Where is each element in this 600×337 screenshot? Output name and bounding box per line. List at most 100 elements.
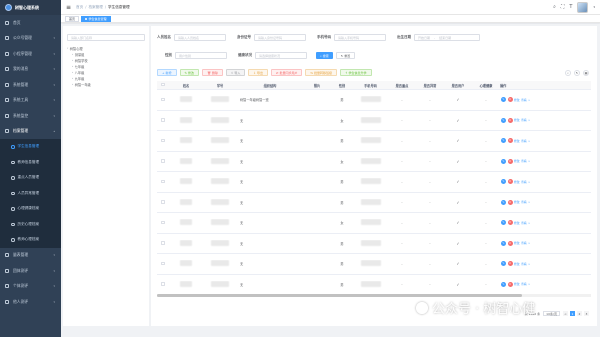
detail-link[interactable]: 查看 xyxy=(521,159,527,163)
page-item[interactable]: < xyxy=(563,311,568,316)
edit-circle-icon[interactable]: ✎ xyxy=(501,261,506,267)
edit-link[interactable]: 修改 xyxy=(514,180,520,184)
scrollbar-thumb[interactable] xyxy=(157,294,522,297)
submenu-item-6[interactable]: 教师心理档案 xyxy=(0,232,61,248)
name-input[interactable]: 请输入人员姓名 xyxy=(174,34,226,41)
edit-link[interactable]: 修改 xyxy=(514,200,520,204)
edit-circle-icon[interactable]: ✎ xyxy=(501,117,506,123)
delete-circle-icon[interactable]: ✕ xyxy=(507,281,513,287)
reset-button[interactable]: ↻ 重置 xyxy=(335,52,356,59)
sidebar-item-5[interactable]: 系统工具 ▾ xyxy=(0,93,61,109)
row-checkbox[interactable] xyxy=(157,282,169,287)
more-icon[interactable]: » xyxy=(528,200,530,204)
toolbar-button-1[interactable]: ✎ 修改 xyxy=(179,69,200,76)
columns-icon[interactable]: ▦ xyxy=(583,70,589,76)
row-checkbox[interactable] xyxy=(157,97,169,103)
row-checkbox[interactable] xyxy=(157,118,169,123)
submenu-item-5[interactable]: 历史心理档案 xyxy=(0,217,61,233)
search-button[interactable]: ⌕ 搜索 xyxy=(316,52,333,59)
edit-link[interactable]: 修改 xyxy=(514,118,520,122)
sidebar-item-6[interactable]: 系统监控 ▾ xyxy=(0,108,61,124)
edit-link[interactable]: 修改 xyxy=(514,262,520,266)
toolbar-button-6[interactable]: ⇆ 批量转移班级 xyxy=(305,69,338,76)
more-icon[interactable]: » xyxy=(528,241,530,245)
more-icon[interactable]: » xyxy=(528,262,530,266)
detail-link[interactable]: 查看 xyxy=(521,180,527,184)
table-row[interactable]: 无 女 - - ✓ - ✎ ✕ 修改 查看» xyxy=(157,152,591,172)
delete-circle-icon[interactable]: ✕ xyxy=(507,97,513,103)
delete-circle-icon[interactable]: ✕ xyxy=(507,179,513,185)
row-checkbox[interactable] xyxy=(157,261,169,267)
toolbar-button-4[interactable]: ⇩ 导出 xyxy=(248,69,268,76)
table-row[interactable]: 无 男 - - ✓ - ✎ ✕ 修改 查看» xyxy=(157,193,591,213)
breadcrumb-item[interactable]: 学生信息管理 xyxy=(108,5,130,10)
delete-circle-icon[interactable]: ✕ xyxy=(507,199,513,205)
toggle-search-icon[interactable]: ⌕ xyxy=(565,70,571,76)
sidebar-bottom-item-2[interactable]: 个体测评 ▾ xyxy=(0,279,61,295)
id-input[interactable]: 请输入身份证号码 xyxy=(254,34,306,41)
toolbar-button-5[interactable]: ⇄ 批量同步用户 xyxy=(270,69,303,76)
more-icon[interactable]: » xyxy=(528,118,530,122)
edit-link[interactable]: 修改 xyxy=(514,139,520,143)
sidebar-item-4[interactable]: 系统管理 ▾ xyxy=(0,77,61,93)
edit-link[interactable]: 修改 xyxy=(514,241,520,245)
delete-circle-icon[interactable]: ✕ xyxy=(507,138,513,144)
row-checkbox[interactable] xyxy=(157,138,169,144)
sidebar-bottom-item-0[interactable]: 量表管理 ▾ xyxy=(0,248,61,264)
toolbar-button-3[interactable]: ⇪ 导入 xyxy=(225,69,246,76)
select-all-checkbox[interactable] xyxy=(157,82,169,88)
detail-link[interactable]: 查看 xyxy=(521,139,527,143)
row-checkbox[interactable] xyxy=(157,241,169,246)
edit-circle-icon[interactable]: ✎ xyxy=(501,220,506,226)
delete-circle-icon[interactable]: ✕ xyxy=(507,117,513,123)
detail-link[interactable]: 查看 xyxy=(521,221,527,225)
tag-1[interactable]: 学生信息管理 xyxy=(81,15,111,22)
edit-circle-icon[interactable]: ✎ xyxy=(501,158,506,164)
edit-circle-icon[interactable]: ✎ xyxy=(501,179,506,185)
sidebar-item-1[interactable]: 公众号管理 ▾ xyxy=(0,31,61,47)
edit-link[interactable]: 修改 xyxy=(514,282,520,286)
toolbar-button-2[interactable]: 🗑 删除 xyxy=(202,69,223,76)
delete-circle-icon[interactable]: ✕ xyxy=(507,220,513,226)
submenu-item-1[interactable]: 教师信息管理 xyxy=(0,155,61,171)
refresh-icon[interactable]: ↻ xyxy=(574,70,580,76)
sidebar-item-3[interactable]: 我的消息 ▾ xyxy=(0,62,61,78)
detail-link[interactable]: 查看 xyxy=(521,98,527,102)
edit-circle-icon[interactable]: ✎ xyxy=(501,199,506,205)
hamburger-icon[interactable]: ≡ xyxy=(66,4,71,11)
dept-search-input[interactable]: 请输入部门名称 xyxy=(67,34,145,41)
toolbar-button-0[interactable]: + 新增 xyxy=(157,69,177,76)
edit-link[interactable]: 修改 xyxy=(514,98,520,102)
page-item[interactable]: 3 xyxy=(584,311,589,316)
more-icon[interactable]: » xyxy=(528,159,530,163)
table-row[interactable]: 无 男 - - ✓ - ✎ ✕ 修改 查看» xyxy=(157,275,591,295)
gender-select[interactable]: 用户性别 xyxy=(175,52,227,59)
table-row[interactable]: 无 女 - - ✓ - ✎ ✕ 修改 查看» xyxy=(157,111,591,131)
sidebar-item-2[interactable]: 小程序管理 ▾ xyxy=(0,46,61,62)
row-checkbox[interactable] xyxy=(157,179,169,185)
search-icon[interactable]: ⌕ xyxy=(553,4,556,10)
detail-link[interactable]: 查看 xyxy=(521,241,527,245)
delete-circle-icon[interactable]: ✕ xyxy=(507,261,513,267)
table-row[interactable]: 无 男 - - ✓ - ✎ ✕ 修改 查看» xyxy=(157,172,591,193)
detail-link[interactable]: 查看 xyxy=(521,200,527,204)
edit-link[interactable]: 修改 xyxy=(514,159,520,163)
date-range-input[interactable]: 开始日期 - 结束日期 xyxy=(414,34,480,41)
more-icon[interactable]: » xyxy=(528,180,530,184)
detail-link[interactable]: 查看 xyxy=(521,262,527,266)
phone-input[interactable]: 请输入手机号码 xyxy=(334,34,386,41)
submenu-item-4[interactable]: 心理健康档案 xyxy=(0,201,61,217)
row-checkbox[interactable] xyxy=(157,200,169,205)
edit-circle-icon[interactable]: ✎ xyxy=(501,240,506,246)
sidebar-item-0[interactable]: 首页 xyxy=(0,15,61,31)
submenu-item-0[interactable]: 学生信息管理 xyxy=(0,139,61,155)
table-row[interactable]: 无 男 - - ✓ - ✎ ✕ 修改 查看» xyxy=(157,131,591,152)
delete-circle-icon[interactable]: ✕ xyxy=(507,158,513,164)
edit-circle-icon[interactable]: ✎ xyxy=(501,281,506,287)
more-icon[interactable]: » xyxy=(528,282,530,286)
fullscreen-icon[interactable]: ⛶ xyxy=(561,4,565,10)
more-icon[interactable]: » xyxy=(528,98,530,102)
sidebar-bottom-item-1[interactable]: 团体测评 ▾ xyxy=(0,263,61,279)
table-row[interactable]: 无 女 - - ✓ - ✎ ✕ 修改 查看» xyxy=(157,213,591,234)
edit-circle-icon[interactable]: ✎ xyxy=(501,97,506,103)
